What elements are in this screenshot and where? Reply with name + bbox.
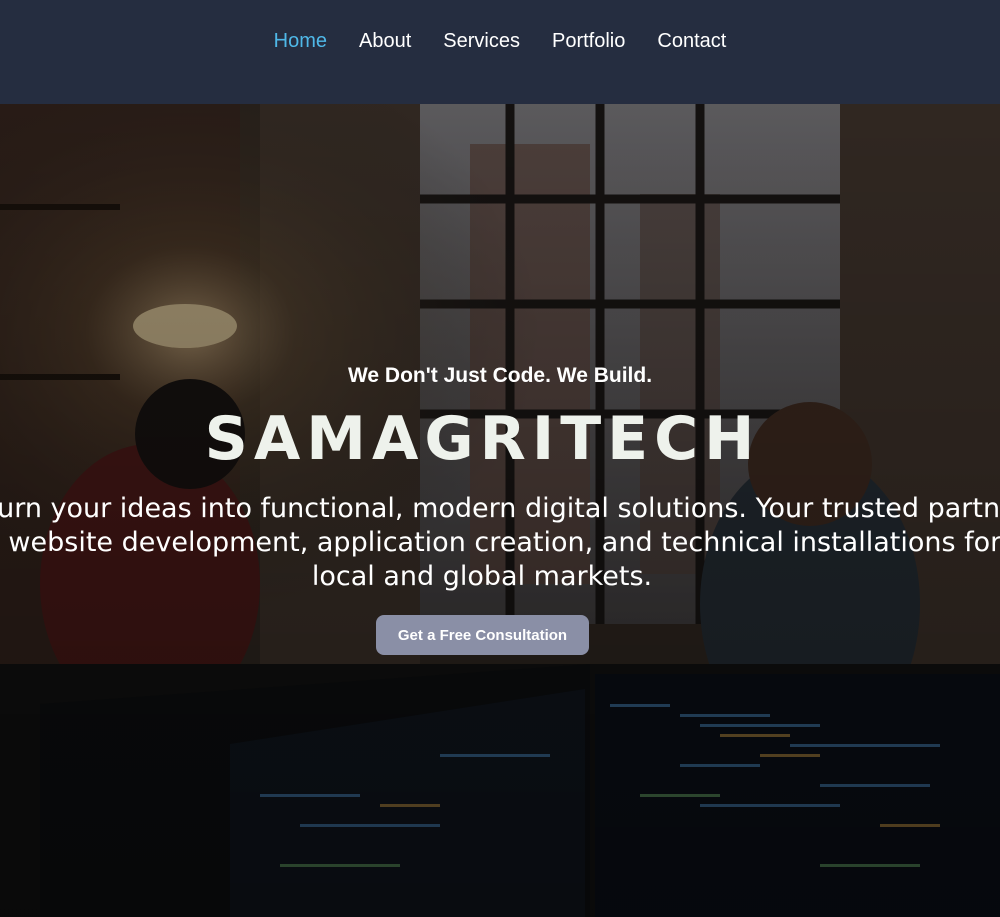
hero-content: We Don't Just Code. We Build. SAMAGRITEC… [0,104,1000,917]
hero-section: We Don't Just Code. We Build. SAMAGRITEC… [0,104,1000,917]
nav-link-about[interactable]: About [343,28,427,54]
nav-link-home[interactable]: Home [258,28,343,54]
nav-link-contact[interactable]: Contact [641,28,742,54]
free-consultation-button[interactable]: Get a Free Consultation [376,615,589,655]
hero-tagline: We Don't Just Code. We Build. [347,364,653,387]
hero-description: We turn your ideas into functional, mode… [0,493,1000,592]
top-navbar: Home About Services Portfolio Contact [0,0,1000,104]
hero-brand-title: SAMAGRITECH [204,404,761,474]
nav-link-services[interactable]: Services [427,28,536,54]
main-nav: Home About Services Portfolio Contact [0,28,1000,54]
nav-link-portfolio[interactable]: Portfolio [536,28,641,54]
